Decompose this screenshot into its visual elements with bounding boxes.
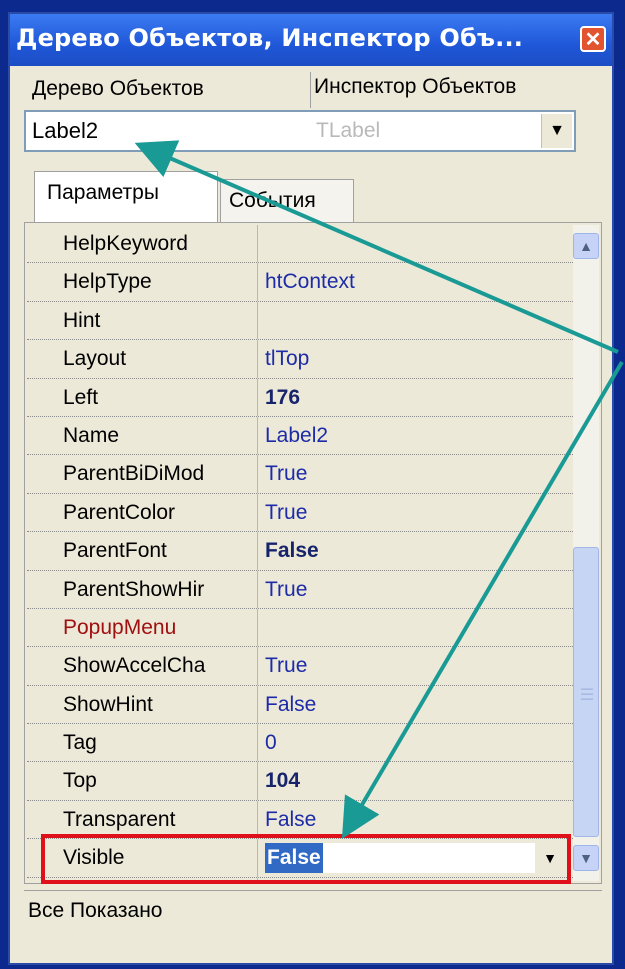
property-value[interactable]: tlTop <box>265 342 309 376</box>
property-row[interactable]: ParentFont False <box>27 532 573 571</box>
tab-properties[interactable]: Параметры <box>34 171 218 224</box>
property-row[interactable]: Name Label2 <box>27 416 573 456</box>
property-name: Transparent <box>63 807 176 831</box>
property-row[interactable]: ParentShowHir True <box>27 570 573 609</box>
property-name: HelpKeyword <box>63 232 188 255</box>
property-name: Layout <box>63 347 127 371</box>
property-row[interactable]: Layout tlTop <box>27 340 573 379</box>
column-divider <box>257 685 258 724</box>
highlight-box <box>41 834 571 884</box>
title-bar[interactable]: Дерево Объектов, Инспектор Объ... ✕ <box>10 14 612 66</box>
property-row[interactable]: Hint <box>27 301 573 341</box>
column-divider <box>257 532 258 570</box>
property-row[interactable]: HelpKeyword <box>27 225 573 264</box>
tab-object-inspector[interactable]: Инспектор Объектов <box>304 70 614 106</box>
property-value[interactable]: False <box>265 534 319 568</box>
tab-object-inspector-label: Инспектор Объектов <box>314 75 517 98</box>
combo-dropdown-button[interactable]: ▼ <box>541 114 572 148</box>
close-button[interactable]: ✕ <box>580 26 606 52</box>
property-value[interactable]: True <box>265 496 307 530</box>
column-divider <box>257 301 258 340</box>
property-value[interactable]: False <box>265 803 316 837</box>
property-name: Hint <box>63 308 101 332</box>
column-divider <box>257 762 258 800</box>
property-name: HelpType <box>63 270 152 294</box>
column-divider <box>257 570 258 608</box>
property-row[interactable]: Left 176 <box>27 378 573 417</box>
column-divider <box>257 608 258 647</box>
column-divider <box>257 263 258 301</box>
status-text: Все Показано <box>28 899 163 922</box>
column-divider <box>257 340 258 378</box>
scroll-down-icon: ▼ <box>579 850 593 866</box>
property-name: Tag <box>63 731 97 755</box>
tab-events[interactable]: События <box>220 179 354 224</box>
property-row[interactable]: PopupMenu <box>27 608 573 648</box>
property-name: ShowHint <box>63 692 153 716</box>
property-name: Top <box>63 769 97 793</box>
property-name: PopupMenu <box>63 615 177 639</box>
inspector-subtabs: Параметры События <box>24 165 584 224</box>
column-divider <box>257 225 258 263</box>
property-value[interactable]: 176 <box>265 381 300 415</box>
grip-icon: — — — <box>581 681 593 705</box>
property-name: ParentShowHir <box>63 577 205 601</box>
property-row[interactable]: Tag 0 <box>27 724 573 763</box>
property-row[interactable]: Top 104 <box>27 762 573 801</box>
column-divider <box>257 724 258 762</box>
property-value[interactable]: 0 <box>265 726 277 760</box>
column-divider <box>257 378 258 416</box>
tab-events-label: События <box>229 189 316 212</box>
property-name: ParentColor <box>63 500 176 524</box>
vertical-scrollbar[interactable]: ▲ — — — ▼ <box>573 225 599 881</box>
property-name: ShowAccelCha <box>63 654 206 678</box>
property-row[interactable]: ShowAccelCha True <box>27 647 573 686</box>
tab-object-tree-label: Дерево Объектов <box>32 77 204 100</box>
selected-object-class: TLabel <box>316 119 381 142</box>
property-value[interactable]: True <box>265 573 307 607</box>
column-divider <box>257 416 258 455</box>
property-row[interactable]: ParentColor True <box>27 493 573 533</box>
property-value[interactable]: 104 <box>265 764 300 798</box>
scroll-up-button[interactable]: ▲ <box>573 233 599 259</box>
property-value[interactable]: True <box>265 457 307 491</box>
property-grid: HelpKeyword HelpType htContext Hint Layout tl… <box>24 222 602 884</box>
property-name: ParentFont <box>63 539 167 563</box>
property-value[interactable]: htContext <box>265 265 355 299</box>
tab-object-tree[interactable]: Дерево Объектов <box>24 72 311 108</box>
scroll-up-icon: ▲ <box>579 238 593 254</box>
scroll-thumb[interactable]: — — — <box>573 547 599 837</box>
property-row[interactable]: ParentBiDiMod True <box>27 455 573 494</box>
tab-properties-label: Параметры <box>47 181 159 204</box>
column-divider <box>257 493 258 532</box>
column-divider <box>257 647 258 685</box>
column-divider <box>257 455 258 493</box>
scroll-down-button[interactable]: ▼ <box>573 845 599 871</box>
top-tabs: Дерево Объектов Инспектор Объектов <box>10 66 612 110</box>
object-selector-combo[interactable]: Label2 TLabel ▼ <box>24 110 576 152</box>
property-value[interactable]: False <box>265 688 316 722</box>
property-list: HelpKeyword HelpType htContext Hint Layout tl… <box>27 225 573 883</box>
property-name: ParentBiDiMod <box>63 462 205 486</box>
property-name: Left <box>63 385 99 409</box>
property-name: Name <box>63 423 120 447</box>
property-row[interactable]: HelpType htContext <box>27 263 573 302</box>
property-row[interactable]: ShowHint False <box>27 685 573 725</box>
chevron-down-icon: ▼ <box>549 122 565 139</box>
property-value[interactable]: Label2 <box>265 419 328 453</box>
window-title: Дерево Объектов, Инспектор Объ... <box>16 24 524 52</box>
property-value[interactable]: True <box>265 649 307 683</box>
status-bar: Все Показано <box>24 890 602 930</box>
close-icon: ✕ <box>584 29 602 51</box>
column-divider <box>257 800 258 839</box>
selected-object-name: Label2 <box>32 118 99 143</box>
